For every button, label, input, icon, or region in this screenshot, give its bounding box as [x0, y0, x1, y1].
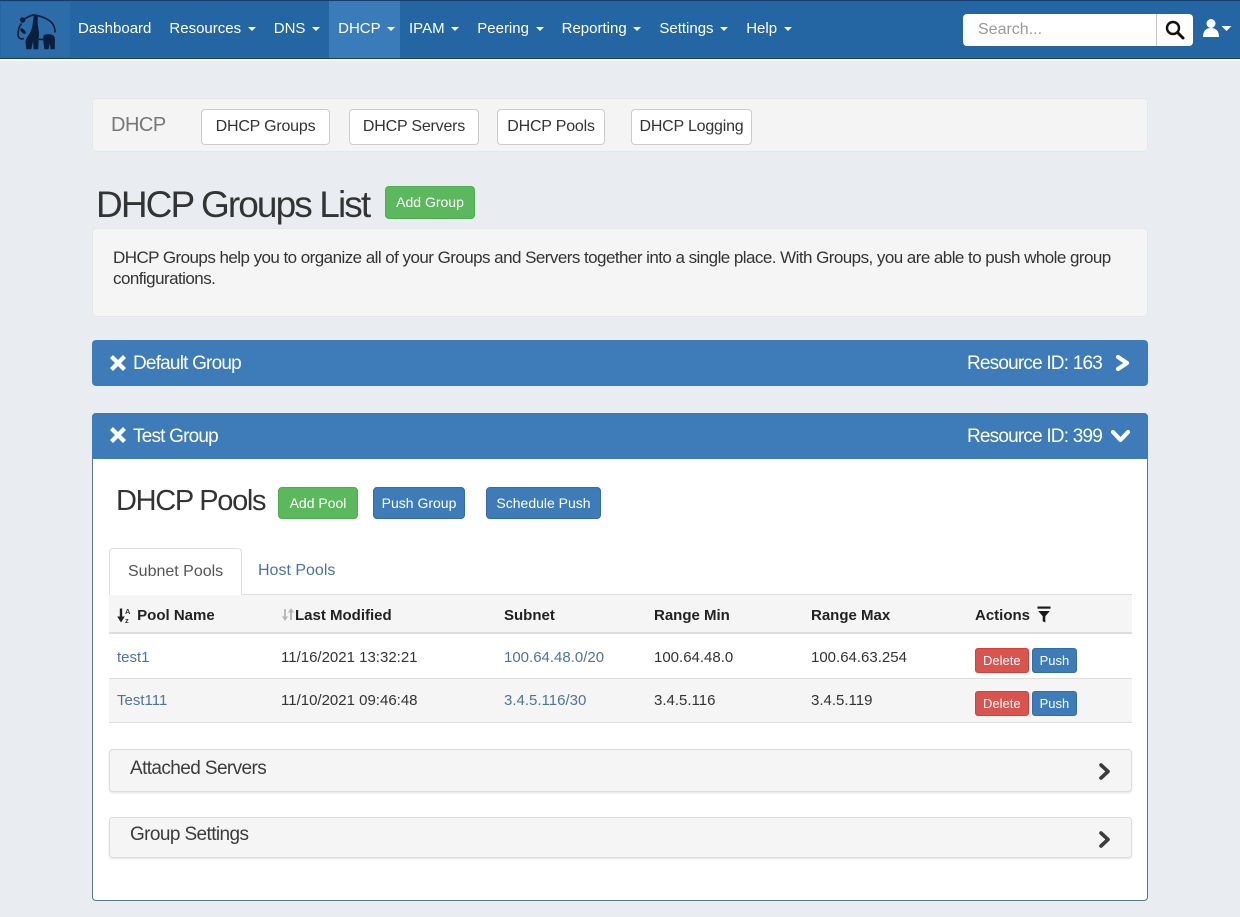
svg-text:z: z — [125, 616, 129, 623]
svg-text:A: A — [125, 607, 131, 616]
